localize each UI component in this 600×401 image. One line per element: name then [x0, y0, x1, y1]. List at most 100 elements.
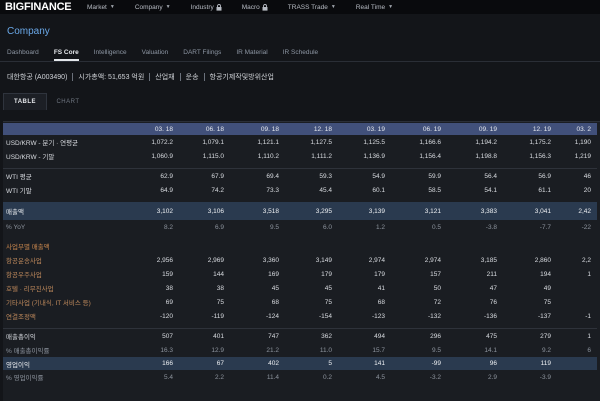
- value-cell: 1.2: [375, 223, 385, 231]
- value-cell: [557, 239, 597, 253]
- value-cell: 159: [162, 270, 173, 278]
- value-cell: 1,166.6: [419, 138, 441, 146]
- table-row[interactable]: % YoY 8.2 6.9 9.5 6.0 1.2 0.5 -3.8 -7.7 -22: [3, 220, 597, 234]
- nav-real-time[interactable]: Real Time ▼: [350, 4, 393, 11]
- tab-fs-core[interactable]: FS Core: [53, 49, 79, 61]
- value-cell: 45: [271, 284, 279, 292]
- column-header[interactable]: 12. 19: [503, 123, 557, 135]
- table-row[interactable]: 기타사업 (기내식, IT 서비스 등) 69 75 68 75 68 72 76 75: [3, 295, 597, 309]
- table-row[interactable]: 호텔 · 리무진사업 38 38 45 45 41 50 47 49: [3, 281, 597, 295]
- value-cell: 1,156.4: [419, 152, 441, 160]
- tab-ir-schedule[interactable]: IR Schedule: [283, 49, 318, 56]
- column-header[interactable]: 09. 19: [447, 123, 503, 135]
- value-cell: 169: [268, 270, 279, 278]
- value-cell: 67.9: [179, 168, 230, 183]
- column-header[interactable]: 03. 2: [557, 123, 597, 135]
- nav-company[interactable]: Company ▼: [129, 4, 171, 11]
- value-cell: 6.0: [322, 223, 332, 231]
- value-cell: 47: [489, 284, 497, 292]
- value-cell: -119: [211, 312, 224, 320]
- value-cell: 362: [285, 328, 338, 343]
- column-header[interactable]: 03. 18: [119, 123, 179, 135]
- table-row[interactable]: 매출총이익 507 401 747 362 494 296 475 279 1: [3, 328, 597, 343]
- tab-valuation[interactable]: Valuation: [142, 49, 169, 56]
- value-cell: 2.2: [214, 373, 224, 381]
- value-cell: 73.3: [266, 186, 279, 194]
- column-header[interactable]: 09. 18: [230, 123, 285, 135]
- value-cell: 8.2: [163, 223, 173, 231]
- value-cell: 3,149: [315, 256, 332, 264]
- nav-market[interactable]: Market ▼: [81, 4, 115, 11]
- value-cell: -120: [159, 312, 173, 320]
- value-cell: 75: [324, 298, 332, 306]
- tab-dashboard[interactable]: Dashboard: [7, 49, 39, 56]
- divider: [72, 73, 74, 81]
- table-row[interactable]: 사업부별 매출액: [3, 239, 597, 253]
- value-cell: 166: [119, 357, 179, 370]
- lock-icon: [262, 3, 268, 11]
- nav-industry[interactable]: Industry: [185, 4, 222, 11]
- value-cell: 14.1: [484, 346, 497, 354]
- value-cell: 4.5: [375, 373, 385, 381]
- value-cell: 3,102: [119, 202, 179, 220]
- brand-logo[interactable]: BIGFINANCE: [0, 1, 81, 13]
- value-cell: 1,190: [574, 138, 591, 146]
- column-header[interactable]: 06. 18: [179, 123, 230, 135]
- tab-intelligence[interactable]: Intelligence: [94, 49, 127, 56]
- table-header-row: 03. 18 06. 18 09. 18 12. 18 03. 19 06. 1…: [3, 123, 597, 135]
- value-cell: 3,121: [391, 202, 447, 220]
- chart-view-tab[interactable]: CHART: [47, 93, 89, 110]
- column-header[interactable]: 12. 18: [285, 123, 338, 135]
- value-cell: 1,110.2: [257, 152, 279, 160]
- table-row[interactable]: WTI 기말 64.9 74.2 73.3 45.4 60.1 58.5 54.1 61.1 20: [3, 183, 597, 197]
- tab-ir-material[interactable]: IR Material: [236, 49, 267, 56]
- value-cell: 75: [216, 298, 224, 306]
- value-cell: 3,518: [230, 202, 285, 220]
- value-cell: 1,136.9: [363, 152, 385, 160]
- value-cell: 62.9: [119, 168, 179, 183]
- table-row[interactable]: 매출액 3,102 3,106 3,518 3,295 3,139 3,121 3,383 3,…: [3, 202, 597, 220]
- value-cell: 279: [503, 328, 557, 343]
- value-cell: 56.4: [447, 168, 503, 183]
- table-row[interactable]: USD/KRW - 분기 · 연평균 1,072.2 1,079.1 1,121.1 1…: [3, 135, 597, 149]
- table-row[interactable]: 연결조정액 -120 -119 -124 -154 -123 -132 -136 -137 -1: [3, 309, 597, 323]
- nav-trass-trade[interactable]: TRASS Trade ▼: [282, 4, 336, 11]
- value-cell: 6.9: [214, 223, 224, 231]
- table-row[interactable]: USD/KRW - 기말 1,060.9 1,115.0 1,110.2 1,111.2…: [3, 149, 597, 163]
- column-header[interactable]: 03. 19: [338, 123, 391, 135]
- value-cell: 296: [391, 328, 447, 343]
- value-cell: 54.9: [338, 168, 391, 183]
- value-cell: 74.2: [211, 186, 224, 194]
- value-cell: -3.9: [539, 373, 551, 381]
- table-row[interactable]: 항공운송사업 2,956 2,969 3,360 3,149 2,974 2,974 3,18…: [3, 253, 597, 267]
- value-cell: 56.9: [503, 168, 557, 183]
- header-label-cell: [3, 123, 119, 135]
- table-row[interactable]: % 매출총이익률 16.3 12.9 21.2 11.0 15.7 9.5 14.1 9.2 6: [3, 343, 597, 357]
- table-row[interactable]: 영업이익 166 67 402 5 141 -99 96 119: [3, 357, 597, 370]
- row-label: % YoY: [6, 223, 26, 231]
- row-label: USD/KRW - 분기 · 연평균: [6, 140, 79, 147]
- value-cell: 507: [119, 328, 179, 343]
- value-cell: 58.5: [428, 186, 441, 194]
- value-cell: 179: [374, 270, 385, 278]
- table-row[interactable]: 항공우주사업 159 144 169 179 179 157 211 194 1: [3, 267, 597, 281]
- table-row[interactable]: % 영업이익률 5.4 2.2 11.4 0.2 4.5 -3.2 2.9 -3.9: [3, 370, 597, 384]
- row-label: 사업부별 매출액: [6, 244, 50, 251]
- table-row[interactable]: WTI 평균 62.9 67.9 69.4 59.3 54.9 59.9 56.4 56.9 46: [3, 168, 597, 183]
- column-header[interactable]: 06. 19: [391, 123, 447, 135]
- value-cell: 2,2: [581, 256, 591, 264]
- nav-macro[interactable]: Macro: [236, 4, 268, 11]
- table-view-tab[interactable]: TABLE: [3, 93, 47, 110]
- value-cell: -7.7: [539, 223, 551, 231]
- top-bar: BIGFINANCE Market ▼ Company ▼ Industry Mac…: [0, 0, 600, 14]
- tab-dart-filings[interactable]: DART Filings: [183, 49, 221, 56]
- value-cell: 50: [433, 284, 441, 292]
- value-cell: -3.2: [429, 373, 441, 381]
- value-cell: 211: [486, 270, 497, 278]
- value-cell: 96: [447, 357, 503, 370]
- value-cell: 0.5: [431, 223, 441, 231]
- row-label: % 영업이익률: [6, 375, 44, 382]
- top-nav: Market ▼ Company ▼ Industry Macro TRASS Tr…: [81, 4, 407, 11]
- value-cell: 9.5: [431, 346, 441, 354]
- value-cell: -99: [391, 357, 447, 370]
